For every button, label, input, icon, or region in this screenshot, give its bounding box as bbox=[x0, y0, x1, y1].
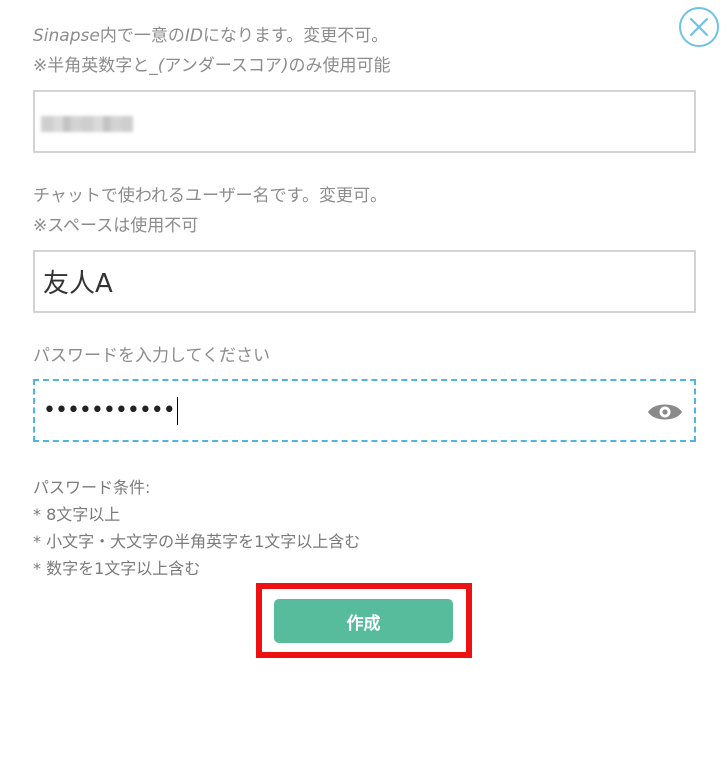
show-password-toggle[interactable] bbox=[647, 400, 683, 424]
display-name-hint-line2: ※スペースは使用不可 bbox=[33, 216, 199, 236]
password-input[interactable]: ••••••••••• bbox=[33, 379, 696, 442]
display-name-hint: チャットで使われるユーザー名です。変更可。 ※スペースは使用不可 bbox=[33, 181, 387, 241]
create-button-label: 作成 bbox=[346, 613, 381, 634]
hint-text: になります。変更不可。 bbox=[202, 26, 389, 46]
blurred-user-id bbox=[41, 116, 133, 132]
condition-item: * 小文字・大文字の半角英字を1文字以上含む bbox=[33, 532, 361, 551]
hint-brand-text: Sinapse bbox=[33, 26, 100, 46]
user-id-hint-line1: Sinapse内で一意のIDになります。変更不可。 bbox=[33, 21, 391, 51]
condition-item: * 8文字以上 bbox=[33, 505, 121, 524]
hint-text: のみ使用可能 bbox=[288, 56, 391, 76]
password-dots: ••••••••••• bbox=[43, 398, 176, 423]
display-name-value: 友人A bbox=[43, 269, 113, 299]
password-label-text: パスワードを入力してください bbox=[33, 346, 270, 366]
text-caret bbox=[176, 396, 178, 425]
condition-item: * 数字を1文字以上含む bbox=[33, 559, 201, 578]
display-name-input[interactable]: 友人A bbox=[33, 250, 696, 313]
display-name-hint-line1: チャットで使われるユーザー名です。変更可。 bbox=[33, 186, 387, 206]
hint-text: _( bbox=[149, 56, 165, 76]
hint-text: ) bbox=[281, 56, 289, 76]
hint-text: アンダースコア bbox=[164, 56, 282, 76]
hint-text: ※半角英数字と bbox=[33, 56, 150, 76]
hint-id-text: ID bbox=[184, 26, 203, 46]
close-button[interactable] bbox=[679, 7, 719, 47]
password-value: ••••••••••• bbox=[43, 381, 178, 440]
close-icon bbox=[689, 17, 709, 37]
password-label: パスワードを入力してください bbox=[33, 341, 270, 371]
hint-text: 内で一意の bbox=[99, 26, 185, 46]
user-id-input[interactable] bbox=[33, 90, 696, 153]
user-id-hint-line2: ※半角英数字と_(アンダースコア)のみ使用可能 bbox=[33, 51, 391, 81]
create-button[interactable]: 作成 bbox=[274, 599, 453, 643]
conditions-title: パスワード条件: bbox=[33, 478, 151, 497]
user-id-hint: Sinapse内で一意のIDになります。変更不可。 ※半角英数字と_(アンダース… bbox=[33, 21, 391, 81]
password-conditions: パスワード条件: * 8文字以上 * 小文字・大文字の半角英字を1文字以上含む … bbox=[33, 474, 360, 582]
eye-icon bbox=[648, 404, 682, 420]
